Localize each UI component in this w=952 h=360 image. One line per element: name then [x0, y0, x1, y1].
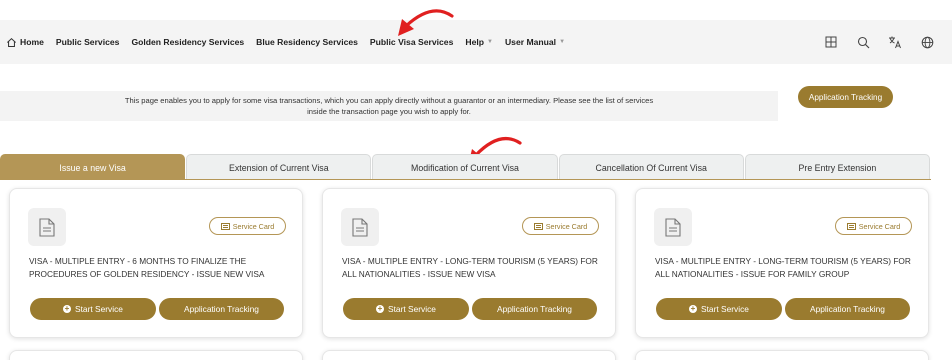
nav-golden-residency-label: Golden Residency Services [131, 37, 245, 47]
start-service-label: Start Service [701, 304, 749, 314]
nav-blue-residency-services[interactable]: Blue Residency Services [256, 37, 358, 47]
home-icon [7, 37, 16, 47]
application-tracking-button[interactable]: Application Tracking [798, 86, 893, 108]
start-service-button[interactable]: + Start Service [343, 298, 469, 320]
info-line-1: This page enables you to apply for some … [124, 96, 654, 105]
nav-home[interactable]: Home [6, 37, 44, 48]
card-icon [846, 222, 856, 230]
tab-issue-new-visa[interactable]: Issue a new Visa [0, 154, 186, 180]
service-title: VISA - MULTIPLE ENTRY - 6 MONTHS TO FINA… [29, 256, 265, 279]
globe-icon[interactable] [920, 35, 934, 49]
service-title: VISA - MULTIPLE ENTRY - LONG-TERM TOURIS… [342, 256, 598, 279]
document-icon [654, 208, 692, 246]
nav-blue-residency-label: Blue Residency Services [256, 37, 358, 47]
start-service-label: Start Service [75, 304, 123, 314]
card-icon [533, 222, 543, 230]
nav-user-manual-label: User Manual [504, 37, 557, 47]
service-card-label: Service Card [545, 221, 588, 231]
tab-underline [0, 179, 931, 180]
nav-help-label: Help [465, 37, 484, 47]
card-application-tracking-button[interactable]: Application Tracking [785, 298, 910, 320]
grid-icon[interactable] [824, 35, 838, 49]
card-icon [220, 222, 230, 230]
info-line-2: inside the transaction page you wish to … [307, 107, 471, 116]
tab-modification-current-visa[interactable]: Modification of Current Visa [372, 154, 558, 180]
chevron-down-icon: ▼ [487, 39, 493, 45]
search-icon[interactable] [856, 35, 870, 49]
nav-help[interactable]: Help ▼ [465, 37, 493, 47]
nav-user-manual[interactable]: User Manual ▼ [505, 37, 565, 47]
top-navigation: Home Public Services Golden Residency Se… [0, 20, 952, 64]
service-title: VISA - MULTIPLE ENTRY - LONG-TERM TOURIS… [655, 256, 911, 279]
service-card-button[interactable]: Service Card [522, 217, 599, 235]
translate-icon[interactable] [888, 35, 902, 49]
document-icon [28, 208, 66, 246]
plus-circle-icon: + [376, 304, 385, 313]
service-card-2: Service Card VISA - MULTIPLE ENTRY - LON… [322, 188, 616, 338]
service-card-peek [635, 350, 929, 360]
plus-circle-icon: + [63, 304, 72, 313]
service-card-1: Service Card VISA - MULTIPLE ENTRY - 6 M… [9, 188, 303, 338]
service-card-button[interactable]: Service Card [835, 217, 912, 235]
tab-extension-current-visa[interactable]: Extension of Current Visa [186, 154, 372, 180]
start-service-button[interactable]: + Start Service [656, 298, 782, 320]
service-card-button[interactable]: Service Card [209, 217, 286, 235]
card-application-tracking-button[interactable]: Application Tracking [472, 298, 597, 320]
plus-circle-icon: + [689, 304, 698, 313]
nav-right-tools [824, 20, 934, 64]
info-banner: This page enables you to apply for some … [0, 91, 778, 121]
service-card-peek [9, 350, 303, 360]
annotation-arrow-nav [398, 9, 454, 36]
tab-pre-entry-extension[interactable]: Pre Entry Extension [744, 154, 931, 180]
visa-tabs: Issue a new Visa Extension of Current Vi… [0, 154, 931, 180]
nav-golden-residency-services[interactable]: Golden Residency Services [131, 37, 244, 47]
start-service-button[interactable]: + Start Service [30, 298, 156, 320]
tab-cancellation-current-visa[interactable]: Cancellation Of Current Visa [558, 154, 744, 180]
start-service-label: Start Service [388, 304, 436, 314]
chevron-down-icon: ▼ [559, 39, 566, 45]
service-card-label: Service Card [858, 221, 901, 231]
document-icon [341, 208, 379, 246]
nav-public-services[interactable]: Public Services [56, 37, 120, 47]
nav-home-label: Home [20, 37, 44, 47]
service-card-peek [322, 350, 616, 360]
service-card-label: Service Card [232, 221, 275, 231]
service-card-3: Service Card VISA - MULTIPLE ENTRY - LON… [635, 188, 929, 338]
nav-public-services-label: Public Services [55, 37, 120, 47]
card-application-tracking-button[interactable]: Application Tracking [159, 298, 284, 320]
